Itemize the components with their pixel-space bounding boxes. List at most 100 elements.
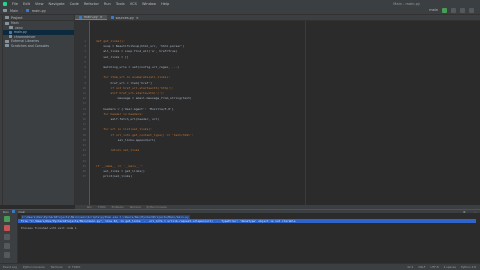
menu-edit[interactable]: Edit	[23, 2, 30, 6]
status-encoding[interactable]: UTF-8	[430, 265, 438, 269]
code-line: headers = {'User-Agent': 'Mozilla/5.0'}	[96, 106, 174, 111]
code-line: elif href_url.startswith('/'):	[96, 91, 165, 95]
menu-code[interactable]: Code	[70, 2, 79, 6]
line-number: 9	[84, 80, 86, 85]
python-file-icon	[9, 30, 12, 34]
line-number: 10	[82, 85, 86, 90]
menu-run[interactable]: Run	[104, 2, 111, 6]
scroll-to-end-icon[interactable]	[4, 234, 10, 240]
line-number: 22	[82, 148, 86, 153]
tree-item-label: External Libraries	[11, 39, 40, 44]
status-terminal[interactable]: Terminal	[51, 265, 63, 269]
tree-item-scratches[interactable]: Scratches and Consoles	[3, 44, 74, 49]
line-number: 12	[82, 96, 86, 101]
line-number: 21	[82, 143, 86, 147]
python-file-icon	[110, 16, 114, 19]
menu-tools[interactable]: Tools	[116, 2, 125, 6]
tab-sources-py[interactable]: sources.py ×	[107, 15, 143, 20]
menu-view[interactable]: View	[35, 2, 44, 6]
project-icon	[5, 16, 9, 19]
menu-vcs[interactable]: VCS	[130, 2, 137, 6]
line-number: 5	[84, 59, 86, 64]
code-line: self.fetch_url(header, url)	[96, 117, 160, 121]
code-line: for item_url in enumerate(all_links):	[96, 75, 171, 80]
scratches-icon	[5, 44, 9, 48]
menu-refactor[interactable]: Refactor	[84, 2, 99, 6]
status-bar: Event Log Python Console Terminal 6: TOD…	[0, 263, 480, 270]
console-error-line: File "C:/Users/Dev/PycharmProjects/Main/…	[18, 219, 476, 223]
code-line: return sel_links	[96, 148, 140, 153]
tab-main-py[interactable]: main.py ×	[75, 15, 107, 20]
menu-window[interactable]: Window	[142, 2, 156, 6]
menu-file[interactable]: File	[12, 2, 18, 6]
line-number: 1	[84, 39, 86, 43]
line-number: 20	[82, 137, 86, 142]
debug-icon[interactable]	[451, 8, 456, 13]
line-number: 25	[82, 163, 86, 168]
python-file-icon	[25, 9, 29, 12]
line-number: 27	[82, 174, 86, 179]
line-number: 26	[82, 169, 86, 173]
folder-icon	[3, 9, 7, 12]
project-panel-title[interactable]: Project	[11, 16, 23, 20]
run-config-selector[interactable]: main	[429, 8, 438, 13]
search-icon[interactable]	[469, 8, 474, 13]
code-line: message = email.message_from_string(text…	[96, 96, 192, 101]
code-line: sel_links = []	[96, 54, 129, 59]
status-event-log[interactable]: Event Log	[3, 265, 17, 269]
tree-item-label: Scratches and Consoles	[11, 43, 50, 48]
line-number: 13	[82, 101, 86, 106]
status-python-console[interactable]: Python Console	[23, 265, 45, 269]
library-icon	[5, 39, 9, 43]
line-number: 8	[84, 75, 86, 80]
status-interpreter[interactable]: Python 3.8	[461, 265, 476, 269]
stop-icon[interactable]	[4, 225, 10, 231]
print-icon[interactable]	[4, 243, 10, 249]
close-icon[interactable]: ×	[100, 15, 103, 19]
status-right-group: 42:1 CRLF UTF-8 4 spaces Python 3.8	[407, 265, 480, 269]
run-toolbar: main	[429, 8, 480, 13]
trash-icon[interactable]	[4, 252, 10, 258]
breadcrumb-file[interactable]: main.py	[32, 9, 46, 13]
line-number: 24	[82, 158, 86, 163]
folder-icon	[9, 26, 13, 30]
line-number: 14	[82, 106, 86, 111]
status-line-separator[interactable]: CRLF	[418, 265, 425, 269]
run-console[interactable]: C:\Users\Dev\PycharmProjects\Main\venv\S…	[18, 213, 480, 263]
line-number: 3	[84, 49, 86, 54]
status-todo[interactable]: 6: TODO	[68, 265, 80, 269]
tree-item-label: chromedriver	[14, 34, 36, 39]
code-line: all_links = soup.find_all('a', href=True…	[96, 49, 178, 54]
menu-bar: File Edit View Navigate Code Refactor Ru…	[0, 0, 480, 7]
code-line: print(sel_links)	[96, 174, 133, 179]
file-icon	[9, 35, 12, 39]
code-line: sel_links.append(url)	[96, 137, 156, 142]
navigation-bar: Main › main.py main	[0, 7, 480, 15]
tree-item-label: Main	[11, 21, 19, 26]
close-icon[interactable]: ×	[136, 16, 139, 20]
menu-navigate[interactable]: Navigate	[49, 2, 65, 6]
menu-help[interactable]: Help	[161, 2, 169, 6]
line-number: 2	[84, 44, 86, 49]
line-number: 18	[82, 127, 86, 132]
rerun-icon[interactable]	[4, 216, 10, 222]
status-cursor-position[interactable]: 42:1	[407, 265, 413, 269]
tab-label: sources.py	[115, 15, 134, 20]
breadcrumb-project[interactable]: Main	[10, 9, 18, 13]
window-title: Main - main.py	[393, 1, 420, 6]
line-number-gutter: 1 2 3 4 5 6 7 8 9 10 11 12 13 14 15 16 17 18 19 20 21 22 23 24 2…	[75, 21, 90, 205]
code-editor[interactable]: def get_links(): soup = BeautifulSoup(ht…	[90, 21, 480, 205]
status-indent[interactable]: 4 spaces	[444, 265, 456, 269]
run-icon[interactable]	[442, 8, 447, 13]
breadcrumb-separator: ›	[21, 8, 23, 13]
line-number: 11	[82, 91, 86, 95]
line-number: 6	[84, 65, 86, 69]
stop-icon[interactable]	[460, 8, 465, 13]
line-number: 17	[82, 122, 86, 127]
tree-item-label: venv	[15, 25, 23, 30]
code-line: if url_info.get_content_type() == 'text/…	[96, 132, 194, 137]
tree-item-label: main.py	[14, 30, 27, 35]
code-line: if __name__ == '__main__':	[96, 163, 143, 168]
tab-label: main.py	[84, 15, 98, 19]
line-number: 16	[82, 117, 86, 121]
